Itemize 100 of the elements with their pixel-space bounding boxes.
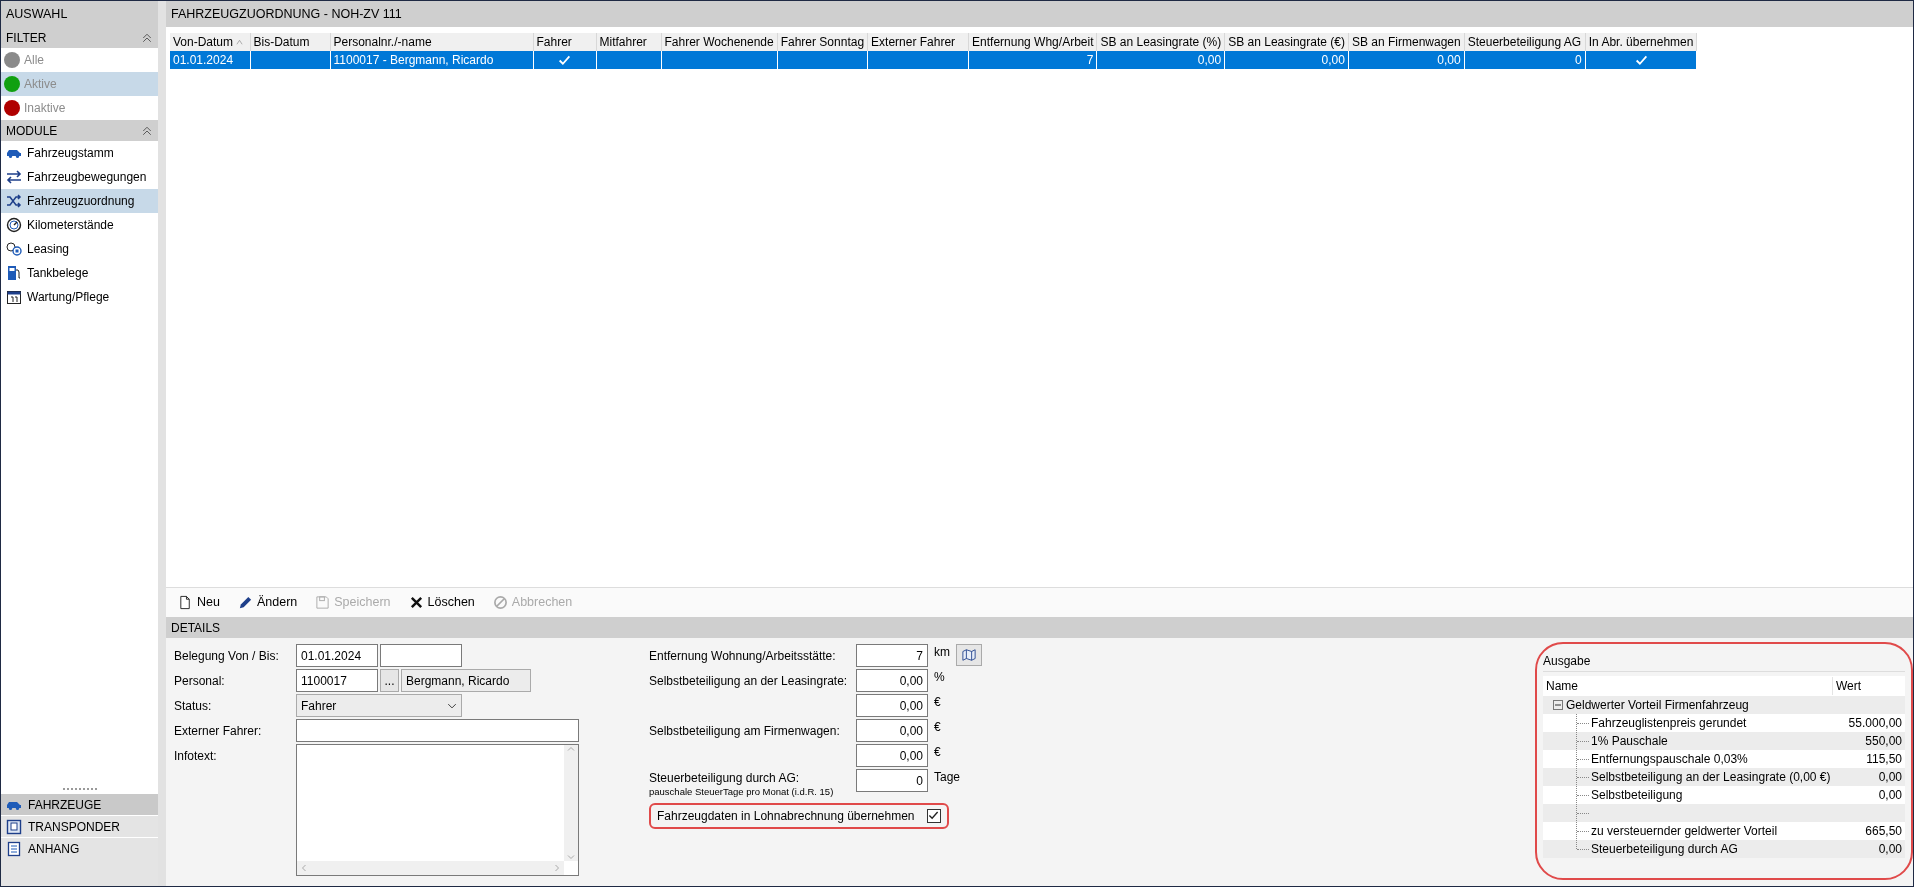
column-header[interactable]: Entfernung Whg/Arbeit [968, 33, 1097, 51]
input-field[interactable]: 0,00 [856, 719, 928, 742]
module-item[interactable]: Kilometerstände [1, 213, 158, 237]
pencil-icon [237, 595, 253, 611]
unit-label: % [933, 669, 946, 686]
document-icon [6, 840, 22, 857]
table-cell: 01.01.2024 [170, 51, 250, 69]
text-area[interactable] [296, 744, 579, 876]
calendar-icon [6, 289, 22, 305]
tree-item[interactable]: Fahrzeuglistenpreis gerundet [1591, 714, 1836, 732]
column-header[interactable]: SB an Leasingrate (%) [1097, 33, 1225, 51]
field-label: Entfernung Wohnung/Arbeitsstätte: [649, 648, 837, 665]
column-header[interactable]: Fahrer Wochenende [661, 33, 778, 51]
value-text: 550,00 [1864, 733, 1903, 750]
panel-title: FAHRZEUGZUORDNUNG - NOH-ZV 111 [171, 5, 402, 23]
table-cell: 0 [1464, 51, 1586, 69]
gauge-icon [6, 217, 22, 233]
input-field[interactable]: 0,00 [856, 744, 928, 767]
column-header[interactable]: Bis-Datum [250, 33, 330, 51]
collapse-icon [141, 124, 153, 137]
map-button[interactable] [956, 644, 982, 666]
checkbox-row[interactable]: Fahrzeugdaten in Lohnabrechnung übernehmen [649, 802, 949, 829]
table-cell: 7 [968, 51, 1097, 69]
tree-item[interactable]: Steuerbeteiligung durch AG [1591, 840, 1836, 858]
value-text: 115,50 [1865, 751, 1903, 768]
checkbox[interactable] [926, 808, 941, 823]
module-item[interactable]: Fahrzeugstamm [1, 141, 158, 165]
checkbox-label: Fahrzeugdaten in Lohnabrechnung übernehmen [657, 807, 915, 825]
column-header[interactable]: Steuerbeteiligung AG [1464, 33, 1586, 51]
field-label: Steuerbeteiligung durch AG: [649, 770, 801, 787]
unit-label: Tage [933, 769, 961, 786]
module-item[interactable]: Wartung/Pflege [1, 285, 158, 309]
section-title: MODULE [6, 122, 58, 140]
field-label: Status: [174, 698, 213, 715]
section-tab[interactable]: TRANSPONDER [1, 815, 158, 837]
input-field[interactable] [380, 644, 462, 667]
tree-item[interactable]: Entfernungspauschale 0,03% [1591, 750, 1836, 768]
column-header[interactable]: Name [1543, 677, 1833, 695]
tree-item[interactable]: Selbstbeteiligung an der Leasingrate (0,00 €) [1591, 768, 1836, 786]
tree-item[interactable]: 1% Pauschale [1591, 732, 1836, 750]
scroll-left-icon [300, 864, 308, 872]
field-label: Selbstbeteiligung am Firmenwagen: [649, 723, 841, 740]
input-field[interactable]: Bergmann, Ricardo [401, 669, 531, 692]
module-item[interactable]: Fahrzeugzuordnung [1, 189, 158, 213]
tree-item[interactable]: Selbstbeteiligung [1591, 786, 1836, 804]
module-item[interactable]: Leasing [1, 237, 158, 261]
input-field[interactable] [296, 719, 579, 742]
input-field[interactable]: 0 [856, 769, 928, 792]
vertical-scrollbar[interactable] [564, 745, 578, 861]
section-tab[interactable]: ANHANG [1, 837, 158, 859]
collapse-icon [141, 31, 153, 44]
table-cell: 0,00 [1348, 51, 1465, 69]
unit-label: € [933, 694, 942, 711]
table-cell: 0,00 [1224, 51, 1349, 69]
toolbar-button[interactable]: Löschen [406, 592, 477, 613]
expand-toggle[interactable] [1553, 700, 1563, 710]
field-label: Selbstbeteiligung an der Leasingrate: [649, 673, 849, 690]
scroll-right-icon [553, 864, 561, 872]
module-item[interactable]: Fahrzeugbewegungen [1, 165, 158, 189]
column-header[interactable]: SB an Firmenwagen [1348, 33, 1465, 51]
shuffle-icon [6, 193, 22, 209]
input-field[interactable]: 0,00 [856, 669, 928, 692]
input-field[interactable]: 0,00 [856, 694, 928, 717]
unit-label: € [933, 719, 942, 736]
table-cell: 0,00 [1097, 51, 1225, 69]
column-header[interactable]: Externer Fahrer [867, 33, 969, 51]
column-header[interactable]: Von-Datum [170, 33, 250, 51]
field-label: Externer Fahrer: [174, 723, 263, 740]
toolbar-button[interactable]: Neu [176, 592, 222, 613]
panel-title: AUSWAHL [6, 5, 68, 23]
column-header[interactable]: In Abr. übernehmen [1585, 33, 1697, 51]
value-text: 0,00 [1877, 841, 1903, 858]
field-label: Belegung Von / Bis: [174, 648, 280, 665]
section-tab[interactable]: FAHRZEUGE [1, 793, 158, 815]
map-icon [962, 648, 976, 662]
horizontal-scrollbar[interactable] [297, 861, 564, 875]
checkmark-icon [928, 810, 940, 821]
input-field[interactable]: 7 [856, 644, 928, 667]
scroll-down-icon [567, 853, 575, 861]
section-title: FILTER [6, 29, 47, 47]
exchange-arrows-icon [6, 169, 22, 185]
coins-icon [6, 241, 22, 257]
column-header[interactable]: Mitfahrer [596, 33, 661, 51]
field-hint: pauschale SteuerTage pro Monat (i.d.R. 15) [649, 787, 835, 797]
column-header[interactable]: Fahrer [533, 33, 596, 51]
column-header[interactable]: Wert [1833, 677, 1862, 695]
module-item[interactable]: Tankbelege [1, 261, 158, 285]
unit-label: € [933, 744, 942, 761]
toolbar-button[interactable]: Ändern [235, 592, 300, 613]
browse-button[interactable]: ... [380, 669, 399, 692]
column-header[interactable]: Personalnr./-name [330, 33, 533, 51]
dropdown[interactable]: Fahrer [296, 694, 462, 717]
field-label: Infotext: [174, 748, 218, 765]
input-field[interactable]: 1100017 [296, 669, 378, 692]
column-header[interactable]: SB an Leasingrate (€) [1224, 33, 1349, 51]
column-header[interactable]: Fahrer Sonntag [777, 33, 868, 51]
input-field[interactable]: 01.01.2024 [296, 644, 378, 667]
value-text: 0,00 [1877, 769, 1903, 786]
tree-item[interactable]: zu versteuernder geldwerter Vorteil [1591, 822, 1836, 840]
table-cell: 1100017 - Bergmann, Ricardo [330, 51, 533, 69]
